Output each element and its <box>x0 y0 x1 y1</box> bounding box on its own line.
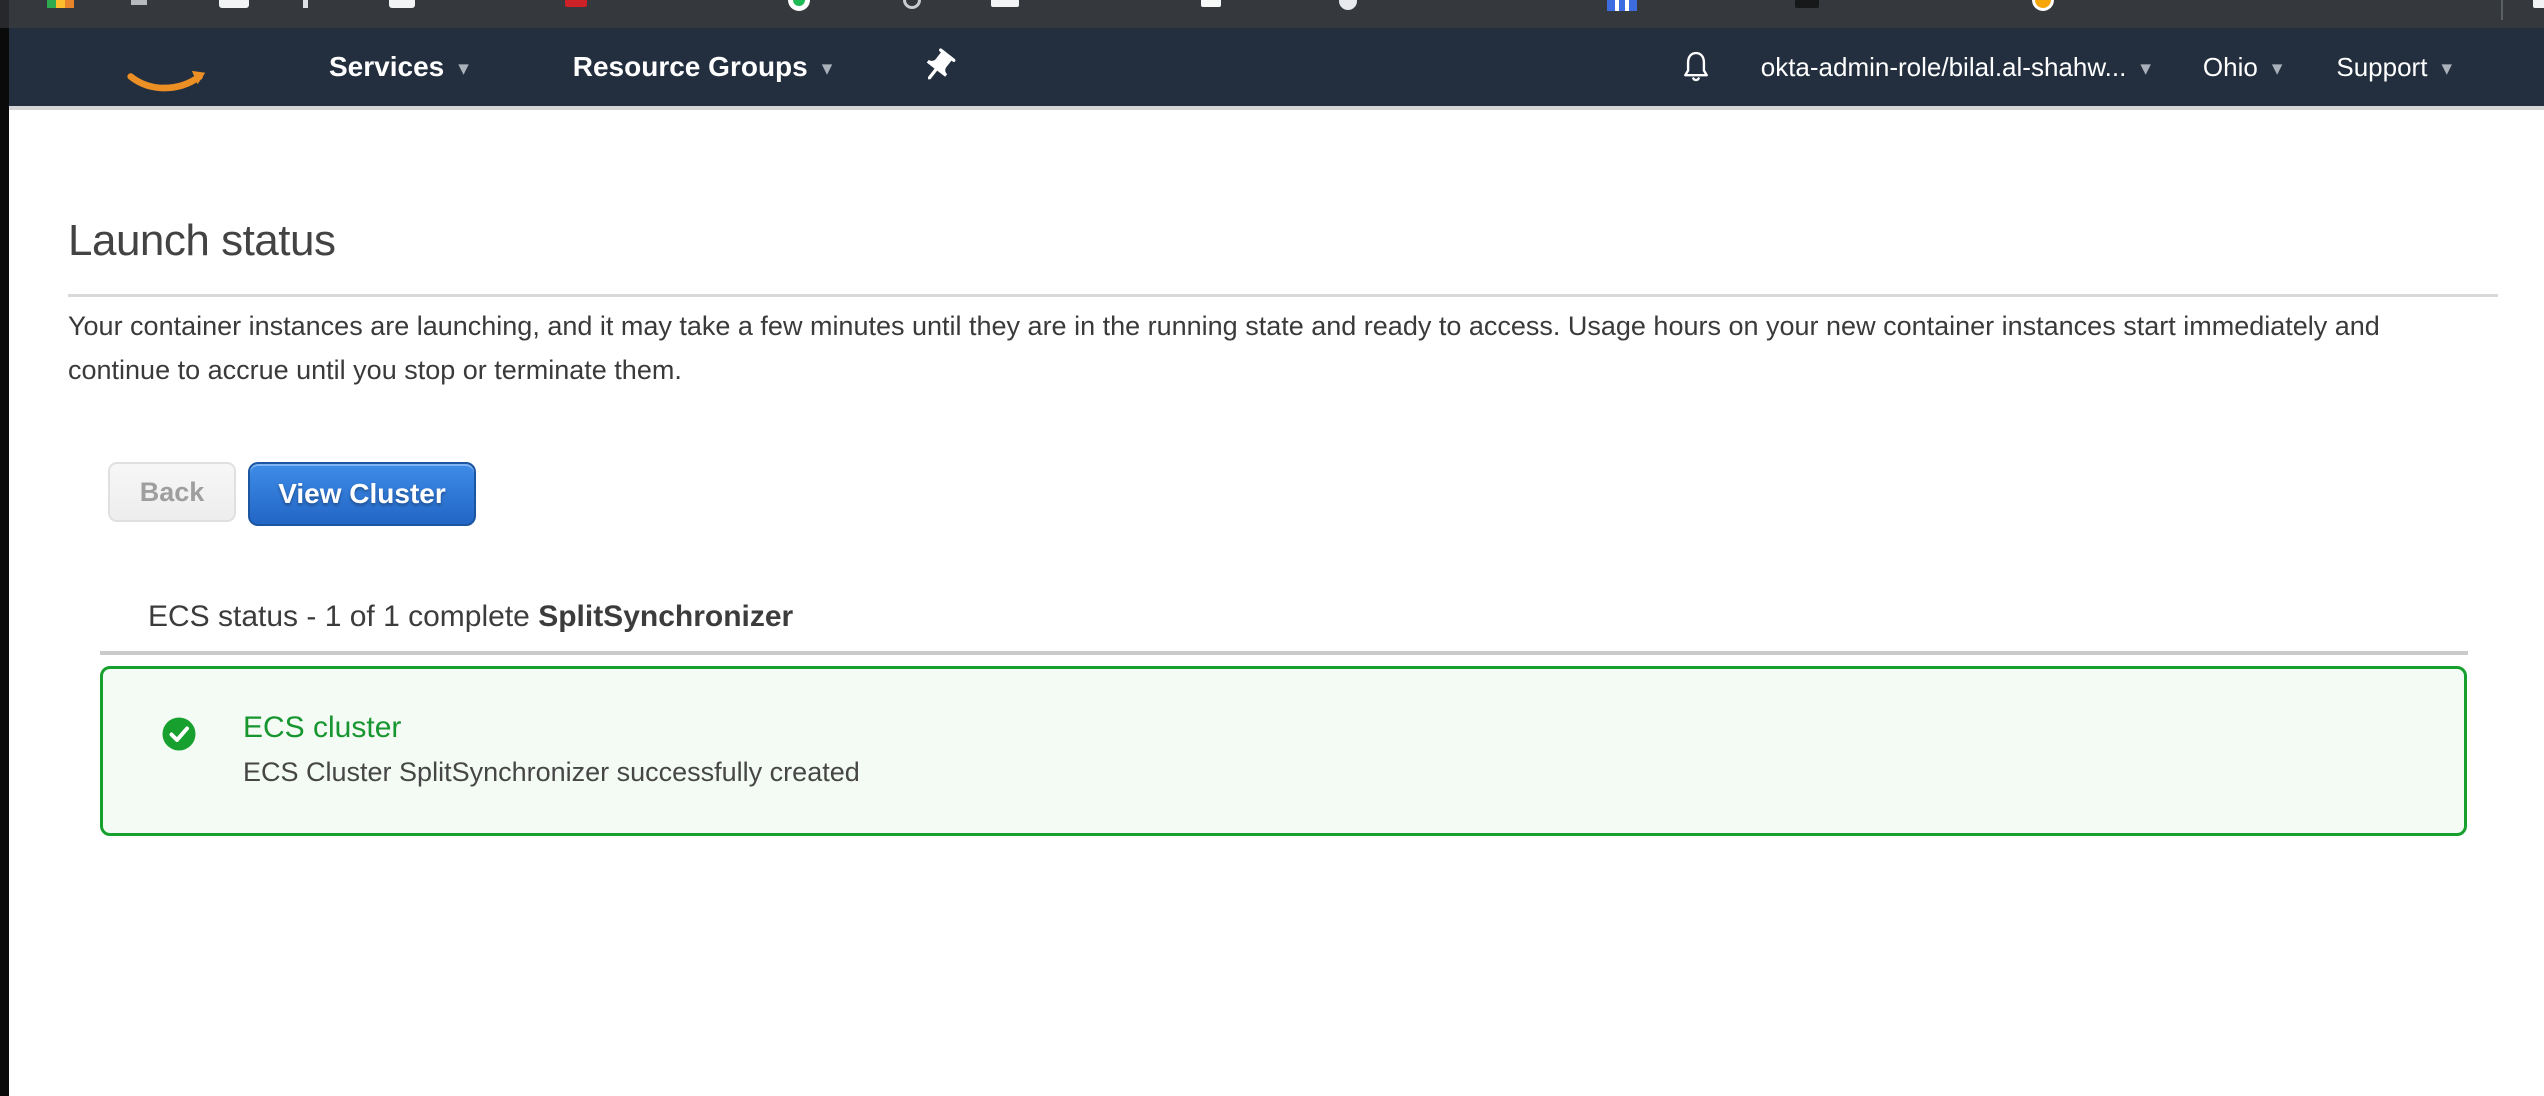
nav-support-label: Support <box>2336 52 2427 83</box>
ecs-cluster-card-message: ECS Cluster SplitSynchronizer successful… <box>243 757 860 788</box>
favicon-fragment <box>303 0 308 8</box>
ecs-cluster-success-card: ECS cluster ECS Cluster SplitSynchronize… <box>100 666 2467 836</box>
favicon-fragment <box>2032 0 2054 11</box>
nav-services-menu[interactable]: Services ▾ <box>329 51 469 83</box>
chevron-down-icon: ▾ <box>2441 56 2452 81</box>
favicon-fragment <box>1607 0 1637 11</box>
favicon-fragment <box>219 0 249 8</box>
favicon-fragment <box>2533 0 2544 8</box>
navbar-left-group: Services ▾ Resource Groups ▾ <box>9 36 958 98</box>
navbar-right-group: okta-admin-role/bilal.al-shahw... ▾ Ohio… <box>1677 46 2452 88</box>
notifications-bell-icon[interactable] <box>1677 46 1715 88</box>
favicon-fragment <box>991 0 1019 7</box>
aws-logo[interactable] <box>125 36 211 98</box>
nav-region-menu[interactable]: Ohio ▾ <box>2203 52 2282 83</box>
aws-navbar: Services ▾ Resource Groups ▾ okta-admin-… <box>9 28 2544 110</box>
chevron-down-icon: ▾ <box>2140 56 2151 81</box>
nav-account-menu[interactable]: okta-admin-role/bilal.al-shahw... ▾ <box>1761 52 2151 83</box>
ecs-status-heading-prefix: ECS status - 1 of 1 complete <box>148 600 538 633</box>
browser-tab-strip <box>9 0 2544 28</box>
page-title: Launch status <box>68 216 335 266</box>
chevron-down-icon: ▾ <box>822 56 833 81</box>
chevron-down-icon: ▾ <box>2272 56 2283 81</box>
ecs-status-heading: ECS status - 1 of 1 complete SplitSynchr… <box>148 600 793 634</box>
favicon-fragment <box>1339 0 1357 10</box>
favicon-fragment <box>788 0 810 11</box>
pin-icon[interactable] <box>918 44 958 90</box>
nav-resource-groups-label: Resource Groups <box>573 51 808 83</box>
launch-status-description: Your container instances are launching, … <box>68 304 2488 392</box>
ecs-status-cluster-name: SplitSynchronizer <box>538 600 793 633</box>
nav-resource-groups-menu[interactable]: Resource Groups ▾ <box>573 51 833 83</box>
screen: Services ▾ Resource Groups ▾ okta-admin-… <box>0 0 2544 1096</box>
nav-region-label: Ohio <box>2203 52 2258 83</box>
favicon-fragment <box>1201 0 1221 7</box>
tab-separator <box>2501 0 2503 20</box>
nav-account-label: okta-admin-role/bilal.al-shahw... <box>1761 52 2127 83</box>
screen-edge-strip <box>0 0 9 1096</box>
back-button[interactable]: Back <box>108 462 236 522</box>
ecs-status-divider <box>100 651 2468 655</box>
favicon-fragment <box>131 0 147 5</box>
title-divider <box>68 294 2498 297</box>
check-circle-icon <box>161 716 197 752</box>
action-button-row: Back View Cluster <box>108 462 476 526</box>
nav-support-menu[interactable]: Support ▾ <box>2336 52 2452 83</box>
favicon-fragment <box>565 0 587 7</box>
ecs-cluster-card-title: ECS cluster <box>243 711 401 745</box>
favicon-fragment <box>389 0 415 8</box>
main-content: Launch status Your container instances a… <box>9 110 2544 1096</box>
view-cluster-button[interactable]: View Cluster <box>248 462 476 526</box>
favicon-fragment <box>903 0 921 9</box>
nav-services-label: Services <box>329 51 444 83</box>
favicon-fragment <box>1795 0 1819 8</box>
chevron-down-icon: ▾ <box>458 56 469 81</box>
favicon-fragment <box>47 0 74 8</box>
